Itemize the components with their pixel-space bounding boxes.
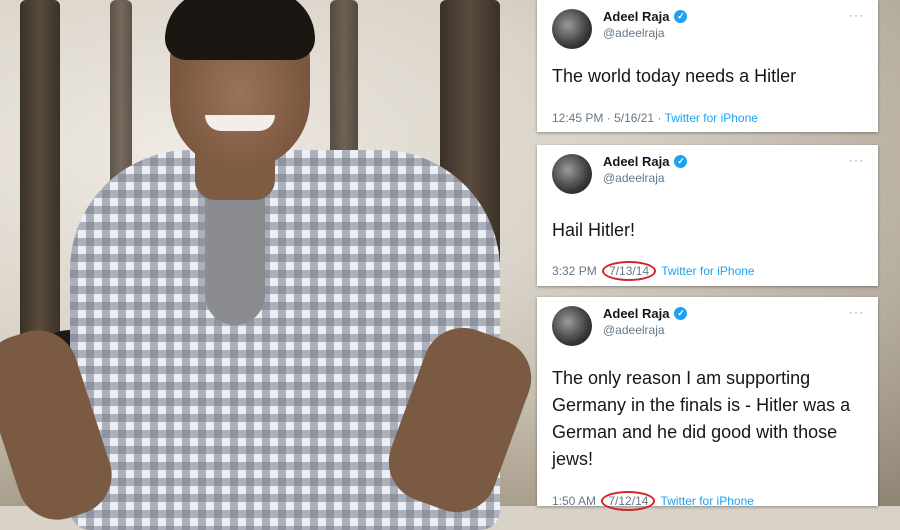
tweet-meta: 1:50 AM 7/12/14 Twitter for iPhone bbox=[552, 491, 754, 511]
author-row: Adeel Raja ✓ bbox=[603, 306, 688, 321]
tweet-text: The world today needs a Hitler bbox=[552, 66, 797, 86]
avatar[interactable] bbox=[552, 154, 592, 194]
author-row: Adeel Raja ✓ bbox=[603, 154, 688, 169]
tweet-text: Hail Hitler! bbox=[552, 220, 636, 240]
author-handle[interactable]: @adeelraja bbox=[603, 26, 665, 40]
tweet-meta: 12:45 PM · 5/16/21 · Twitter for iPhone bbox=[552, 111, 758, 125]
tree-trunk bbox=[20, 0, 60, 380]
tweet-text: The only reason I am supporting Germany … bbox=[552, 368, 851, 469]
author-row: Adeel Raja ✓ bbox=[603, 9, 688, 24]
verified-icon: ✓ bbox=[674, 307, 688, 320]
author-handle[interactable]: @adeelraja bbox=[603, 323, 665, 337]
author-handle[interactable]: @adeelraja bbox=[603, 171, 665, 185]
tweet-time: 12:45 PM bbox=[552, 111, 604, 125]
smile bbox=[205, 115, 275, 131]
avatar[interactable] bbox=[552, 9, 592, 49]
meta-separator: · bbox=[606, 111, 611, 125]
tweet-card[interactable]: Adeel Raja ✓ @adeelraja ··· The world to… bbox=[537, 0, 878, 132]
tweet-meta: 3:32 PM 7/13/14 Twitter for iPhone bbox=[552, 261, 755, 281]
tweet-date[interactable]: 5/16/21 bbox=[614, 111, 654, 125]
author-name[interactable]: Adeel Raja bbox=[603, 306, 669, 321]
more-options-icon[interactable]: ··· bbox=[849, 153, 864, 167]
tweet-date-circled[interactable]: 7/13/14 bbox=[602, 261, 657, 281]
tweet-date-circled[interactable]: 7/12/14 bbox=[601, 491, 656, 511]
tweet-stack: Adeel Raja ✓ @adeelraja ··· The world to… bbox=[537, 0, 878, 511]
tweet-card[interactable]: Adeel Raja ✓ @adeelraja ··· Hail Hitler!… bbox=[537, 145, 878, 286]
tweet-source-link[interactable]: Twitter for iPhone bbox=[661, 264, 754, 278]
tweet-source-link[interactable]: Twitter for iPhone bbox=[665, 111, 758, 125]
more-options-icon[interactable]: ··· bbox=[849, 305, 864, 319]
author-name[interactable]: Adeel Raja bbox=[603, 9, 669, 24]
tweet-card[interactable]: Adeel Raja ✓ @adeelraja ··· The only rea… bbox=[537, 297, 878, 511]
verified-icon: ✓ bbox=[674, 155, 688, 168]
hair bbox=[165, 0, 315, 60]
tweet-time: 3:32 PM bbox=[552, 264, 597, 278]
verified-icon: ✓ bbox=[674, 10, 688, 23]
avatar[interactable] bbox=[552, 306, 592, 346]
author-name[interactable]: Adeel Raja bbox=[603, 154, 669, 169]
meta-separator: · bbox=[657, 111, 662, 125]
more-options-icon[interactable]: ··· bbox=[849, 8, 864, 22]
